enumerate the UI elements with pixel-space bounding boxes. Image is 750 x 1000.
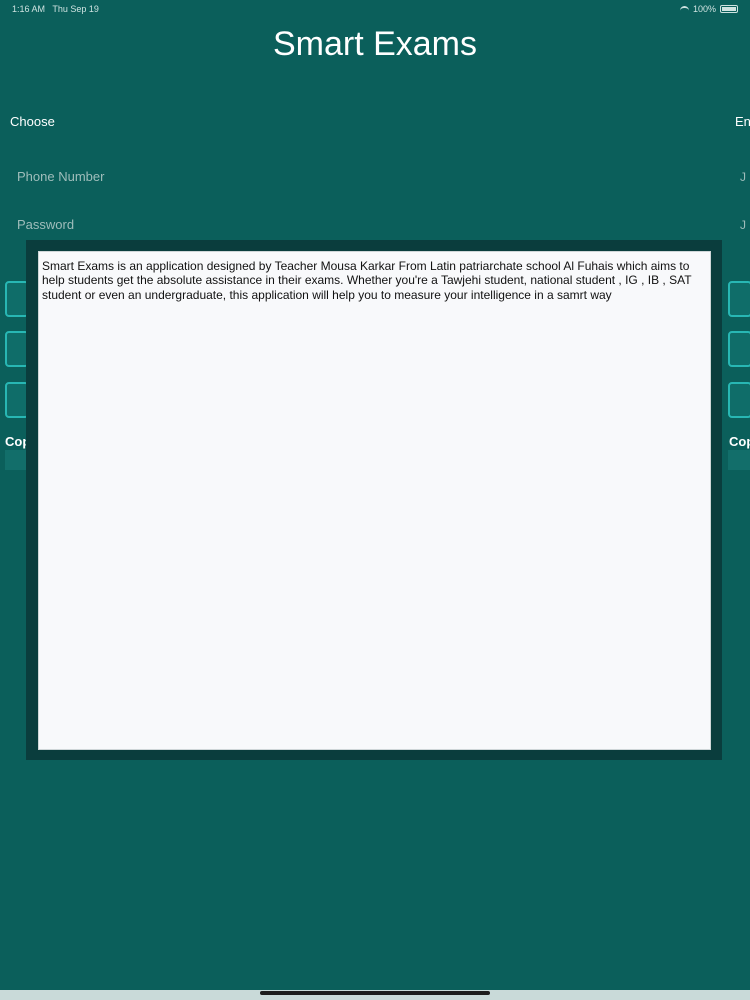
status-bar: 1:16 AM Thu Sep 19 100% <box>0 0 750 18</box>
status-time: 1:16 AM <box>12 4 46 14</box>
phone-number-input[interactable] <box>10 160 370 192</box>
language-label[interactable]: En <box>735 114 750 129</box>
about-dialog: Smart Exams is an application designed b… <box>38 251 711 750</box>
left-band <box>5 450 27 470</box>
copyright-label-left: Copy <box>5 434 27 449</box>
right-button-1[interactable] <box>728 281 750 317</box>
about-text: Smart Exams is an application designed b… <box>42 259 692 302</box>
password-input[interactable] <box>10 208 370 240</box>
status-right: 100% <box>679 4 738 14</box>
status-time-date: 1:16 AM Thu Sep 19 <box>12 4 99 14</box>
phone-right-glyph: J <box>740 170 746 184</box>
status-date: Thu Sep 19 <box>52 4 99 14</box>
right-button-2[interactable] <box>728 331 750 367</box>
password-right-glyph: J <box>740 218 746 232</box>
battery-percent: 100% <box>692 4 716 14</box>
home-indicator[interactable] <box>260 991 490 995</box>
battery-icon <box>720 5 738 13</box>
choose-label[interactable]: Choose <box>10 114 55 129</box>
right-button-3[interactable] <box>728 382 750 418</box>
copyright-label-right: Copy <box>729 434 750 449</box>
wifi-icon <box>679 5 689 13</box>
app-title: Smart Exams <box>272 25 478 63</box>
right-band <box>728 450 750 470</box>
